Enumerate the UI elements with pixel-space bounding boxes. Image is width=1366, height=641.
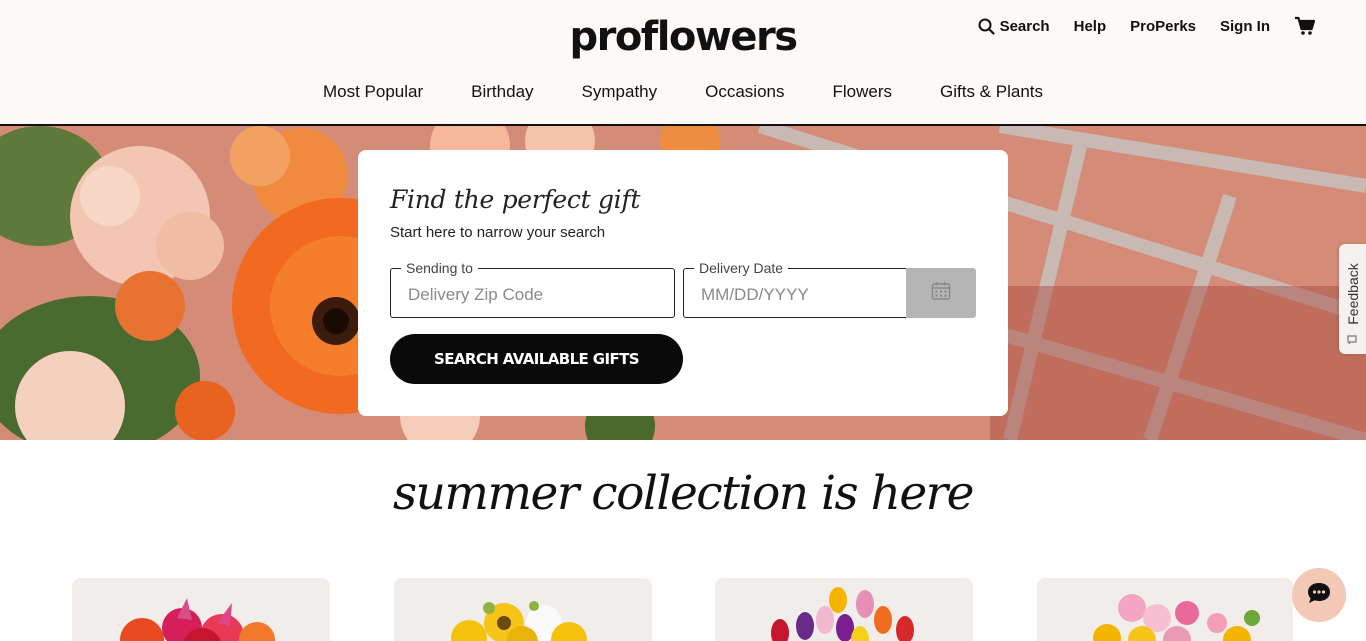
collection-heading: summer collection is here [393, 466, 974, 521]
nav-flowers[interactable]: Flowers [833, 82, 893, 102]
date-field[interactable]: Delivery Date [683, 259, 908, 318]
product-image [771, 587, 914, 641]
properks-link[interactable]: ProPerks [1130, 18, 1196, 35]
feedback-label: Feedback [1345, 263, 1361, 325]
product-card[interactable] [72, 578, 330, 641]
nav-gifts-plants[interactable]: Gifts & Plants [940, 82, 1043, 102]
cart-button[interactable] [1294, 16, 1316, 36]
feedback-icon [1347, 332, 1357, 350]
nav-occasions[interactable]: Occasions [705, 82, 784, 102]
calendar-icon [931, 281, 951, 306]
zip-legend: Sending to [401, 259, 478, 277]
utility-nav: Search Help ProPerks Sign In [978, 16, 1316, 36]
cart-icon [1294, 16, 1316, 36]
product-card[interactable] [394, 578, 652, 641]
site-header: proflowers Search Help ProPerks Sign In … [0, 0, 1366, 126]
date-legend: Delivery Date [694, 259, 789, 277]
finder-heading: Find the perfect gift [390, 185, 641, 214]
sign-in-link[interactable]: Sign In [1220, 18, 1270, 35]
zip-field[interactable]: Sending to [390, 259, 675, 318]
chat-button[interactable] [1292, 568, 1346, 622]
calendar-button[interactable] [906, 268, 976, 318]
search-icon [978, 18, 995, 35]
product-image [451, 601, 587, 641]
search-link[interactable]: Search [978, 18, 1050, 35]
gift-finder-card: Find the perfect gift Start here to narr… [358, 150, 1008, 416]
chat-icon [1306, 581, 1332, 610]
nav-birthday[interactable]: Birthday [471, 82, 533, 102]
product-image [1093, 594, 1260, 641]
search-label: Search [999, 17, 1050, 35]
feedback-tab[interactable]: Feedback [1339, 244, 1366, 354]
product-card[interactable] [1037, 578, 1293, 641]
product-image [120, 598, 275, 641]
main-nav: Most Popular Birthday Sympathy Occasions… [0, 82, 1366, 102]
product-card[interactable] [715, 578, 973, 641]
help-link[interactable]: Help [1074, 18, 1107, 35]
search-available-gifts-button[interactable]: SEARCH AVAILABLE GIFTS [390, 334, 683, 384]
finder-subheading: Start here to narrow your search [390, 224, 606, 241]
nav-sympathy[interactable]: Sympathy [582, 82, 658, 102]
nav-most-popular[interactable]: Most Popular [323, 82, 423, 102]
